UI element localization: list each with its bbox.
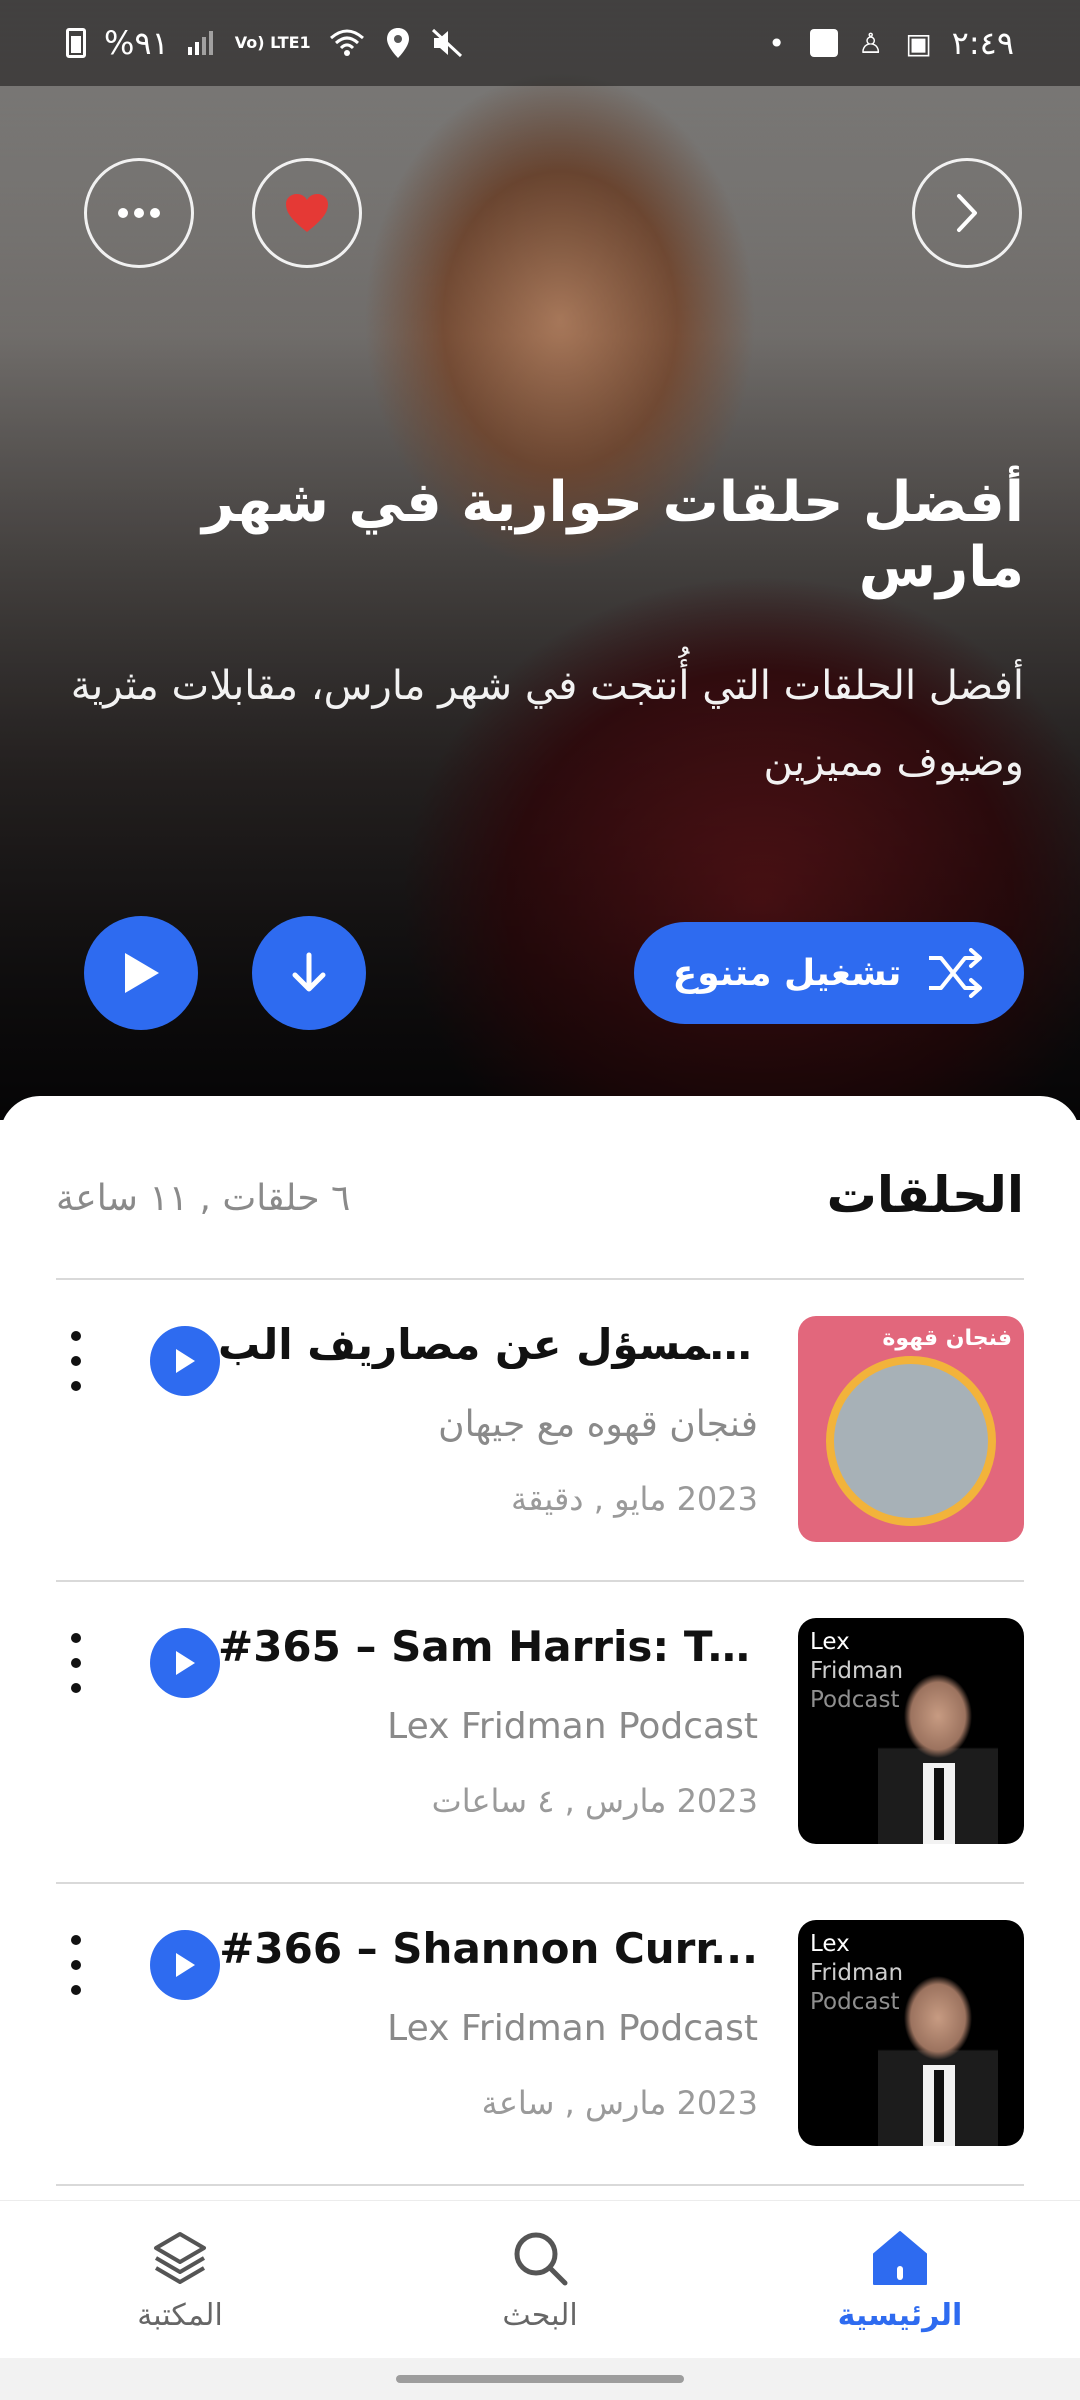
thumbnail-tie xyxy=(934,1768,944,1840)
location-icon xyxy=(383,26,413,60)
episode-thumbnail: Lex Fridman Podcast xyxy=(798,1618,1024,1844)
chevron-right-icon xyxy=(957,194,977,232)
favorite-button[interactable] xyxy=(252,158,362,268)
status-time: ٢:٤٩ xyxy=(951,24,1014,62)
play-icon xyxy=(176,1953,195,1977)
play-icon xyxy=(125,953,159,993)
thumbnail-tie xyxy=(934,2070,944,2142)
episode-title: مين المسؤل عن مصاريف الب... xyxy=(218,1320,758,1369)
status-bar: %٩١ Vo) LTE1 • ♙ ▣ ٢:٤٩ xyxy=(0,0,1080,86)
app-notification-icon: ♙ xyxy=(858,26,884,60)
network-type: Vo) LTE1 xyxy=(234,33,311,52)
episode-thumbnail: فنجان قهوة xyxy=(798,1316,1024,1542)
playlist-title: أفضل حلقات حوارية في شهر مارس xyxy=(202,470,1024,600)
more-horizontal-icon xyxy=(118,208,160,218)
episode-date-duration: 2023 مارس , ساعة xyxy=(481,2084,758,2122)
episode-title: #365 – Sam Harris: Tr... xyxy=(218,1622,758,1671)
status-left: %٩١ Vo) LTE1 xyxy=(66,24,463,62)
home-indicator[interactable] xyxy=(396,2375,684,2383)
playlist-description: أفضل الحلقات التي أُنتجت في شهر مارس، مق… xyxy=(70,663,1024,785)
more-dot xyxy=(71,1984,81,1995)
episode-play-button[interactable] xyxy=(150,1326,220,1396)
more-dot xyxy=(71,1355,81,1366)
mute-icon xyxy=(431,26,463,60)
episode-play-button[interactable] xyxy=(150,1628,220,1698)
more-dot xyxy=(71,1682,81,1693)
download-button[interactable] xyxy=(252,916,366,1030)
bottom-navigation: المكتبة البحث الرئيسية xyxy=(0,2200,1080,2359)
episode-podcast-name: Lex Fridman Podcast xyxy=(387,1706,758,1747)
episode-more-button[interactable] xyxy=(56,1324,96,1398)
gallery-icon: ▣ xyxy=(905,26,932,60)
nav-search[interactable]: البحث xyxy=(390,2228,690,2333)
list-item[interactable]: Lex Fridman Podcast #365 – Sam Harris: T… xyxy=(56,1582,1024,1882)
signal-icon xyxy=(187,26,217,60)
list-item[interactable]: فنجان قهوة مين المسؤل عن مصاريف الب... ف… xyxy=(56,1280,1024,1580)
episode-more-button[interactable] xyxy=(56,1928,96,2002)
wifi-icon xyxy=(329,26,365,60)
shuffle-play-button[interactable]: تشغيل متنوع xyxy=(634,922,1024,1024)
episode-more-button[interactable] xyxy=(56,1626,96,1700)
more-options-button[interactable] xyxy=(84,158,194,268)
divider xyxy=(56,2184,1024,2186)
episode-podcast-name: Lex Fridman Podcast xyxy=(387,2008,758,2049)
thumbnail-brand-text: فنجان قهوة xyxy=(882,1326,1012,1351)
more-vertical-icon xyxy=(71,1633,81,1644)
play-icon xyxy=(176,1349,195,1373)
download-icon xyxy=(292,952,326,992)
nav-home-label: الرئيسية xyxy=(837,2297,963,2333)
episodes-summary: ٦ حلقات , ١١ ساعة xyxy=(56,1178,351,1219)
episode-play-button[interactable] xyxy=(150,1930,220,2000)
more-vertical-icon xyxy=(71,1935,81,1946)
play-all-button[interactable] xyxy=(84,916,198,1030)
battery-percent: %٩١ xyxy=(104,24,169,62)
episode-title: #366 – Shannon Curr... xyxy=(219,1924,758,1973)
more-dot xyxy=(71,1380,81,1391)
list-item[interactable]: Lex Fridman Podcast #366 – Shannon Curr.… xyxy=(56,1884,1024,2184)
episodes-heading: الحلقات xyxy=(826,1166,1024,1224)
more-dot xyxy=(71,1959,81,1970)
checkbox-notification-icon xyxy=(809,29,838,57)
more-dot xyxy=(71,1657,81,1668)
episode-date-duration: 2023 مايو , دقيقة xyxy=(511,1480,758,1518)
thumbnail-photo xyxy=(826,1356,996,1526)
thumbnail-line: Lex xyxy=(810,1931,850,1957)
dot-icon: • xyxy=(768,26,785,60)
status-right: • ♙ ▣ ٢:٤٩ xyxy=(762,24,1014,62)
thumbnail-line: Lex xyxy=(810,1629,850,1655)
episode-date-duration: 2023 مارس , ٤ ساعات xyxy=(431,1782,758,1820)
shuffle-label: تشغيل متنوع xyxy=(672,952,902,994)
heart-icon xyxy=(286,194,328,232)
more-vertical-icon xyxy=(71,1331,81,1342)
play-icon xyxy=(176,1651,195,1675)
nav-home[interactable]: الرئيسية xyxy=(750,2228,1050,2333)
nav-library[interactable]: المكتبة xyxy=(30,2228,330,2333)
layers-icon xyxy=(154,2231,206,2284)
episode-thumbnail: Lex Fridman Podcast xyxy=(798,1920,1024,2146)
episode-podcast-name: فنجان قهوه مع جيهان xyxy=(438,1404,758,1445)
battery-icon xyxy=(66,28,86,58)
episodes-sheet: الحلقات ٦ حلقات , ١١ ساعة فنجان قهوة مين… xyxy=(0,1096,1080,2200)
shuffle-icon xyxy=(929,948,983,998)
nav-library-label: المكتبة xyxy=(137,2297,223,2333)
search-icon xyxy=(514,2232,568,2285)
nav-search-label: البحث xyxy=(502,2297,578,2333)
home-icon xyxy=(873,2230,927,2285)
forward-button[interactable] xyxy=(912,158,1022,268)
